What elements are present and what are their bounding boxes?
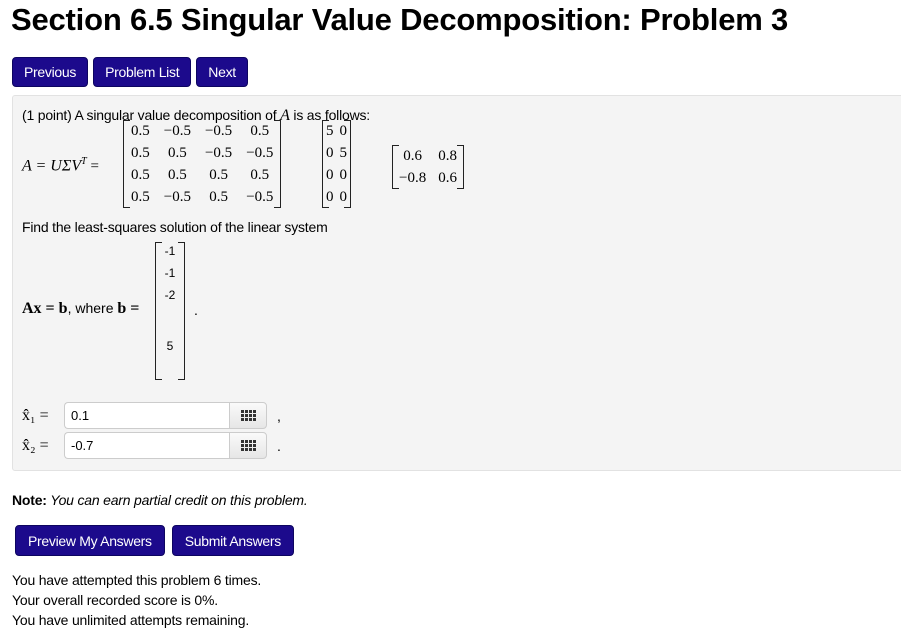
matrix-entry: −0.5 [246,144,274,161]
matrix-entry: 0 [339,188,348,205]
matrix-row: 05 [323,142,350,164]
vector-b: -1 -1 -2 5 [155,242,185,380]
matrix-entry: −0.5 [163,188,191,205]
matrix-entry: 0.6 [403,147,422,164]
score-text: Your overall recorded score is 0%. [12,592,218,608]
b-entry: -1 [164,266,176,280]
matrix-u: 0.5 −0.5 −0.5 0.5 0.5 0.5 −0.5 −0.5 0.5 0.5 0.5 0.5… [123,120,282,208]
equation-editor-button[interactable] [229,432,267,459]
matrix-row: 00 [323,164,350,186]
answer-label-x2: x̂₂ = [22,436,49,454]
matrix-row: 0.5 −0.5 0.5 −0.5 [124,186,280,208]
problem-box: (1 point) A singular value decomposition… [12,95,901,471]
answer-input-x2[interactable] [64,432,229,459]
answer-row-2: x̂₂ = . [22,432,281,459]
page-title: Section 6.5 Singular Value Decomposition… [11,2,789,37]
matrix-entry: 0.5 [131,188,150,205]
matrix-entry: 0.5 [167,166,187,183]
partial-credit-note: Note: You can earn partial credit on thi… [12,492,308,508]
matrix-entry: 0.5 [131,144,150,161]
previous-button[interactable]: Previous [12,57,89,87]
answer-actions: Preview My Answers Submit Answers [15,525,294,556]
matrix-entry: 0.5 [167,144,187,161]
matrix-row: 0.5 0.5 0.5 0.5 [124,164,280,186]
matrix-entry: 0.5 [250,122,270,139]
attempts-text: You have attempted this problem 6 times. [12,572,262,588]
matrix-entry: 0 [326,188,334,205]
matrix-vt: 0.6 0.8 −0.8 0.6 [392,145,464,189]
b-entry: -2 [164,288,176,302]
matrix-row: 0.6 0.8 [393,145,463,167]
svd-lhs: A = UΣVT = [22,156,99,175]
matrix-row: 50 [323,120,350,142]
matrix-entry: 0.8 [438,147,457,164]
matrix-entry: 0 [339,166,348,183]
b-period: . [194,302,198,318]
equation-editor-button[interactable] [229,402,267,429]
problem-list-button[interactable]: Problem List [93,57,192,87]
matrix-row: 00 [323,186,350,208]
matrix-entry: 0.5 [131,122,150,139]
matrix-entry: 0.6 [438,169,457,186]
attempt-status: You have attempted this problem 6 times.… [12,570,261,630]
matrix-row: 0.5 0.5 −0.5 −0.5 [124,142,280,164]
system-equation: Ax = b, where b = [22,300,140,317]
remaining-text: You have unlimited attempts remaining. [12,612,250,628]
preview-answers-button[interactable]: Preview My Answers [15,525,165,556]
answer-input-x1[interactable] [64,402,229,429]
matrix-entry: 0.5 [131,166,150,183]
submit-answers-button[interactable]: Submit Answers [171,525,294,556]
answer-label-x1: x̂₁ = [22,406,49,424]
matrix-entry: 0 [326,144,334,161]
matrix-entry: 0.5 [209,166,228,183]
matrix-entry: −0.8 [399,169,427,186]
next-button[interactable]: Next [196,57,248,87]
matrix-grid-icon [240,440,256,451]
answer-row-1: x̂₁ = , [22,402,281,429]
matrix-entry: −0.5 [204,122,233,139]
matrix-row: 0.5 −0.5 −0.5 0.5 [124,120,280,142]
matrix-entry: −0.5 [163,122,191,139]
b-entry: -1 [164,244,176,258]
matrix-entry: 0 [339,122,348,139]
b-entry: 5 [166,339,174,353]
matrix-entry: 0.5 [250,166,270,183]
matrix-entry: 5 [339,144,348,161]
problem-nav: Previous Problem List Next [12,57,248,87]
matrix-grid-icon [240,410,256,421]
matrix-row: −0.8 0.6 [393,167,463,189]
matrix-entry: 0.5 [209,188,228,205]
matrix-entry: −0.5 [246,188,274,205]
matrix-entry: 0 [326,166,334,183]
matrix-sigma: 50050000 [322,120,351,208]
matrix-entry: 5 [326,122,334,139]
matrix-entry: −0.5 [204,144,233,161]
find-text: Find the least-squares solution of the l… [22,219,328,235]
